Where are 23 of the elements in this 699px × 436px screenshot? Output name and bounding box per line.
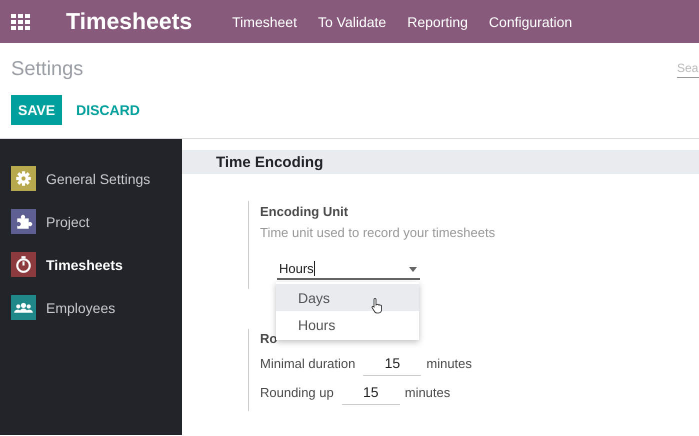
hand-cursor-icon [371,298,383,314]
unit-label: minutes [404,385,450,400]
field-label: Minimal duration [260,356,356,371]
unit-label: minutes [426,356,472,371]
sidebar-item[interactable]: General Settings [0,157,182,200]
menu-item[interactable]: Reporting [407,14,468,30]
sidebar-item[interactable]: Timesheets [0,243,182,286]
caret-icon [409,267,417,272]
dropdown-option[interactable]: Hours [276,311,419,338]
sidebar-item[interactable]: Project [0,200,182,243]
apps-grid-icon[interactable] [11,14,30,30]
field-label: Rounding up [260,385,334,400]
menu-item[interactable]: Configuration [488,14,572,30]
sidebar-item[interactable]: Employees [0,286,182,329]
breadcrumb: Settings [11,58,84,81]
setting-label: Encoding Unit [260,204,348,219]
app-title: Timesheets [66,8,192,35]
setting-label: Ro [260,330,278,348]
menu-item[interactable]: Timesheet [232,14,297,30]
dropdown-option[interactable]: Days [276,284,419,311]
section-title: Time Encoding [216,154,324,170]
setting-description: Time unit used to record your timesheets [260,225,496,240]
menu-item[interactable]: To Validate [318,14,386,30]
